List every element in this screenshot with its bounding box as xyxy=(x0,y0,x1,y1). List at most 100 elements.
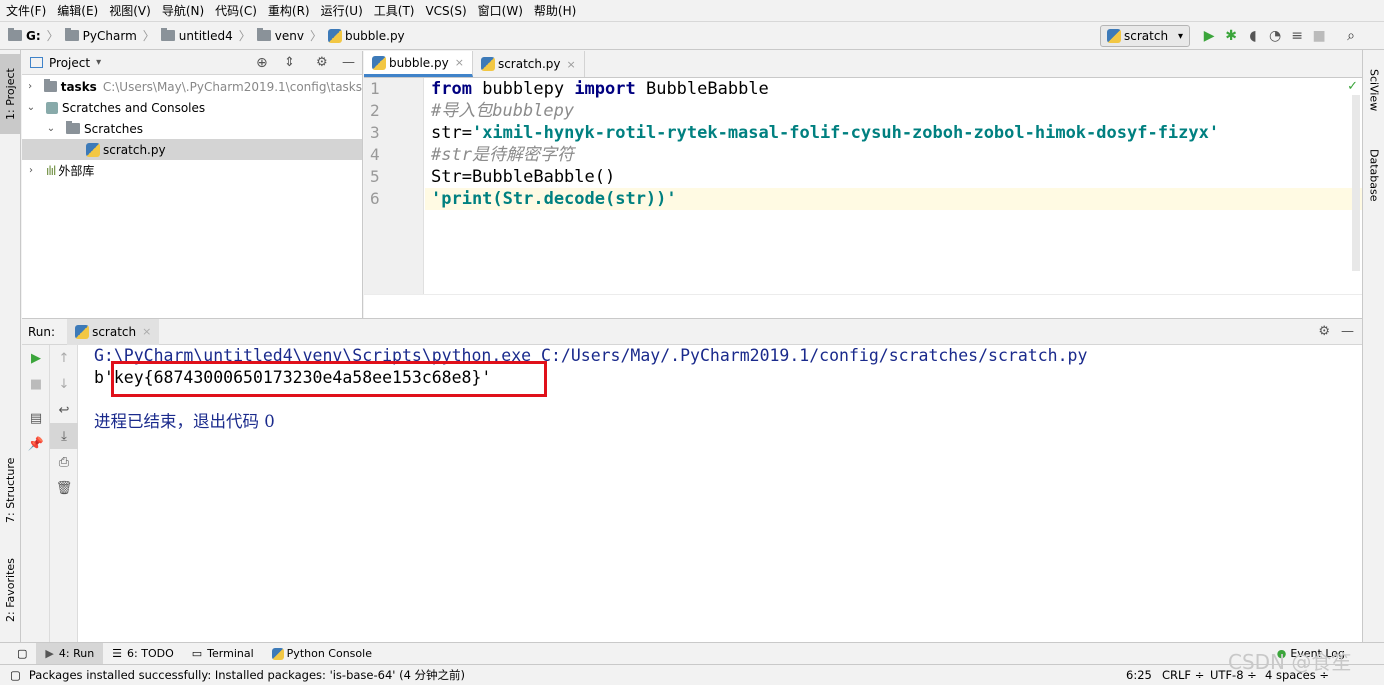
tab-database[interactable]: Database xyxy=(1363,140,1384,210)
menu-tools[interactable]: 工具(T) xyxy=(374,2,415,19)
editor-scrollbar[interactable] xyxy=(1352,95,1360,271)
menu-view[interactable]: 视图(V) xyxy=(109,2,151,19)
tree-item-tasks[interactable]: › tasks C:\Users\May\.PyCharm2019.1\conf… xyxy=(22,76,362,97)
status-icon[interactable]: ▢ xyxy=(10,668,21,682)
minimize-icon[interactable]: — xyxy=(342,55,355,70)
chevron-right-icon: 〉 xyxy=(46,29,59,43)
concurrency-icon[interactable]: ≡ xyxy=(1286,25,1308,47)
class-name: BubbleBabble xyxy=(635,79,769,99)
caret-position[interactable]: 6:25 xyxy=(1126,668,1152,682)
breadcrumb-pycharm[interactable]: PyCharm xyxy=(83,29,137,43)
line-number: 3 xyxy=(370,123,380,142)
python-file-icon xyxy=(75,324,90,339)
navigation-bar: G: 〉 PyCharm 〉 untitled4 〉 venv 〉 bubble… xyxy=(0,22,1384,50)
tree-item-path: C:\Users\May\.PyCharm2019.1\config\tasks xyxy=(102,79,362,94)
run-tab-scratch[interactable]: scratch × xyxy=(67,318,160,345)
tab-sciview[interactable]: SciView xyxy=(1363,60,1384,120)
string-literal: 'print(Str.decode(str))' xyxy=(431,189,677,209)
run-icon: ▶ xyxy=(45,647,54,660)
line-number: 1 xyxy=(370,79,380,98)
stop-icon[interactable]: ■ xyxy=(22,371,50,397)
menu-file[interactable]: 文件(F) xyxy=(6,2,46,19)
status-message[interactable]: Packages installed successfully: Install… xyxy=(29,667,465,683)
tab-structure[interactable]: 7: Structure xyxy=(0,450,21,530)
tree-item-scratch-py[interactable]: scratch.py xyxy=(22,139,362,160)
collapse-icon[interactable]: ⇕ xyxy=(284,55,295,70)
scratches-icon xyxy=(46,101,58,114)
code-line: #导入包bubblepy xyxy=(425,100,1362,122)
close-icon[interactable]: × xyxy=(142,325,151,338)
chevron-down-icon[interactable]: ⌄ xyxy=(44,123,58,134)
tree-item-scratches-and-consoles[interactable]: ⌄ Scratches and Consoles xyxy=(22,97,362,118)
run-icon[interactable]: ▶ xyxy=(1198,25,1220,47)
toggle-tool-windows-icon[interactable]: ▢ xyxy=(8,643,36,665)
close-icon[interactable]: × xyxy=(567,58,576,71)
tree-item-external-libraries[interactable]: › ılıl 外部库 xyxy=(22,160,362,181)
python-file-icon xyxy=(1107,29,1121,43)
trash-icon[interactable]: 🗑 xyxy=(50,475,78,501)
editor-tabs: bubble.py × scratch.py × xyxy=(364,51,1362,78)
minimize-icon[interactable]: — xyxy=(1341,324,1354,339)
coverage-icon[interactable]: ◖ xyxy=(1242,25,1264,47)
scroll-to-end-icon[interactable]: ⤓ xyxy=(50,423,78,449)
chevron-down-icon[interactable]: ▾ xyxy=(96,57,101,68)
tab-favorites[interactable]: 2: Favorites xyxy=(0,550,21,630)
tool-tab-todo[interactable]: ☰ 6: TODO xyxy=(103,643,183,665)
tree-item-label: tasks xyxy=(60,79,97,94)
variable: str= xyxy=(431,123,472,143)
line-number: 5 xyxy=(370,167,380,186)
keyword: import xyxy=(574,79,636,99)
menu-refactor[interactable]: 重构(R) xyxy=(268,2,310,19)
breadcrumb-venv[interactable]: venv xyxy=(275,29,304,43)
pin-icon[interactable]: 📌 xyxy=(22,431,50,457)
menu-window[interactable]: 窗口(W) xyxy=(478,2,523,19)
down-arrow-icon[interactable]: ↓ xyxy=(50,371,78,397)
folder-icon xyxy=(66,121,80,134)
chevron-down-icon: ▾ xyxy=(1178,30,1184,42)
up-arrow-icon[interactable]: ↑ xyxy=(50,345,78,371)
locate-icon[interactable]: ⊕ xyxy=(256,55,268,71)
line-number: 6 xyxy=(370,189,380,208)
menu-vcs[interactable]: VCS(S) xyxy=(425,4,466,18)
breadcrumb-untitled4[interactable]: untitled4 xyxy=(179,29,233,43)
tree-item-scratches[interactable]: ⌄ Scratches xyxy=(22,118,362,139)
menu-code[interactable]: 代码(C) xyxy=(215,2,257,19)
comment: #导入包bubblepy xyxy=(431,101,575,121)
status-bar: ▢ Packages installed successfully: Insta… xyxy=(0,664,1384,685)
tab-scratch-py[interactable]: scratch.py × xyxy=(473,51,585,77)
run-configuration-select[interactable]: scratch ▾ xyxy=(1100,25,1191,47)
tool-tab-terminal[interactable]: ▭ Terminal xyxy=(183,643,263,665)
menu-edit[interactable]: 编辑(E) xyxy=(57,2,98,19)
folder-icon xyxy=(44,79,57,92)
tool-tab-python-console[interactable]: Python Console xyxy=(263,643,381,665)
menu-navigate[interactable]: 导航(N) xyxy=(162,2,204,19)
layout-icon[interactable]: ▤ xyxy=(22,405,50,431)
chevron-right-icon: 〉 xyxy=(309,29,322,43)
print-icon[interactable]: ⎙ xyxy=(50,449,78,475)
gear-icon[interactable]: ⚙ xyxy=(316,55,328,70)
debug-icon[interactable]: ✱ xyxy=(1220,25,1242,47)
project-panel: Project ▾ ⊕ ⇕ ⚙ — › tasks C:\Users\May\.… xyxy=(22,51,363,318)
menu-run[interactable]: 运行(U) xyxy=(321,2,363,19)
rerun-icon[interactable]: ▶ xyxy=(22,345,50,371)
soft-wrap-icon[interactable]: ↩ xyxy=(50,397,78,423)
profile-icon[interactable]: ◔ xyxy=(1264,25,1286,47)
menu-help[interactable]: 帮助(H) xyxy=(534,2,576,19)
tool-tab-run[interactable]: ▶ 4: Run xyxy=(36,642,104,665)
close-icon[interactable]: × xyxy=(455,56,464,69)
breadcrumb-drive[interactable]: G: xyxy=(26,29,41,43)
project-panel-title[interactable]: Project xyxy=(49,56,90,70)
tab-label: bubble.py xyxy=(389,55,449,70)
chevron-right-icon[interactable]: › xyxy=(24,81,36,92)
menu-bar: 文件(F) 编辑(E) 视图(V) 导航(N) 代码(C) 重构(R) 运行(U… xyxy=(0,0,1384,22)
stop-icon[interactable]: ■ xyxy=(1308,25,1330,47)
chevron-down-icon[interactable]: ⌄ xyxy=(24,102,38,113)
gear-icon[interactable]: ⚙ xyxy=(1318,324,1330,339)
code-area[interactable]: from bubblepy import BubbleBabble #导入包bu… xyxy=(425,78,1362,294)
line-separator[interactable]: CRLF ÷ xyxy=(1162,668,1204,682)
tab-project[interactable]: 1: Project xyxy=(0,54,21,134)
search-icon[interactable]: ⌕ xyxy=(1340,25,1362,47)
chevron-right-icon[interactable]: › xyxy=(24,165,38,176)
tab-bubble-py[interactable]: bubble.py × xyxy=(364,51,473,77)
breadcrumb-file[interactable]: bubble.py xyxy=(345,29,405,43)
